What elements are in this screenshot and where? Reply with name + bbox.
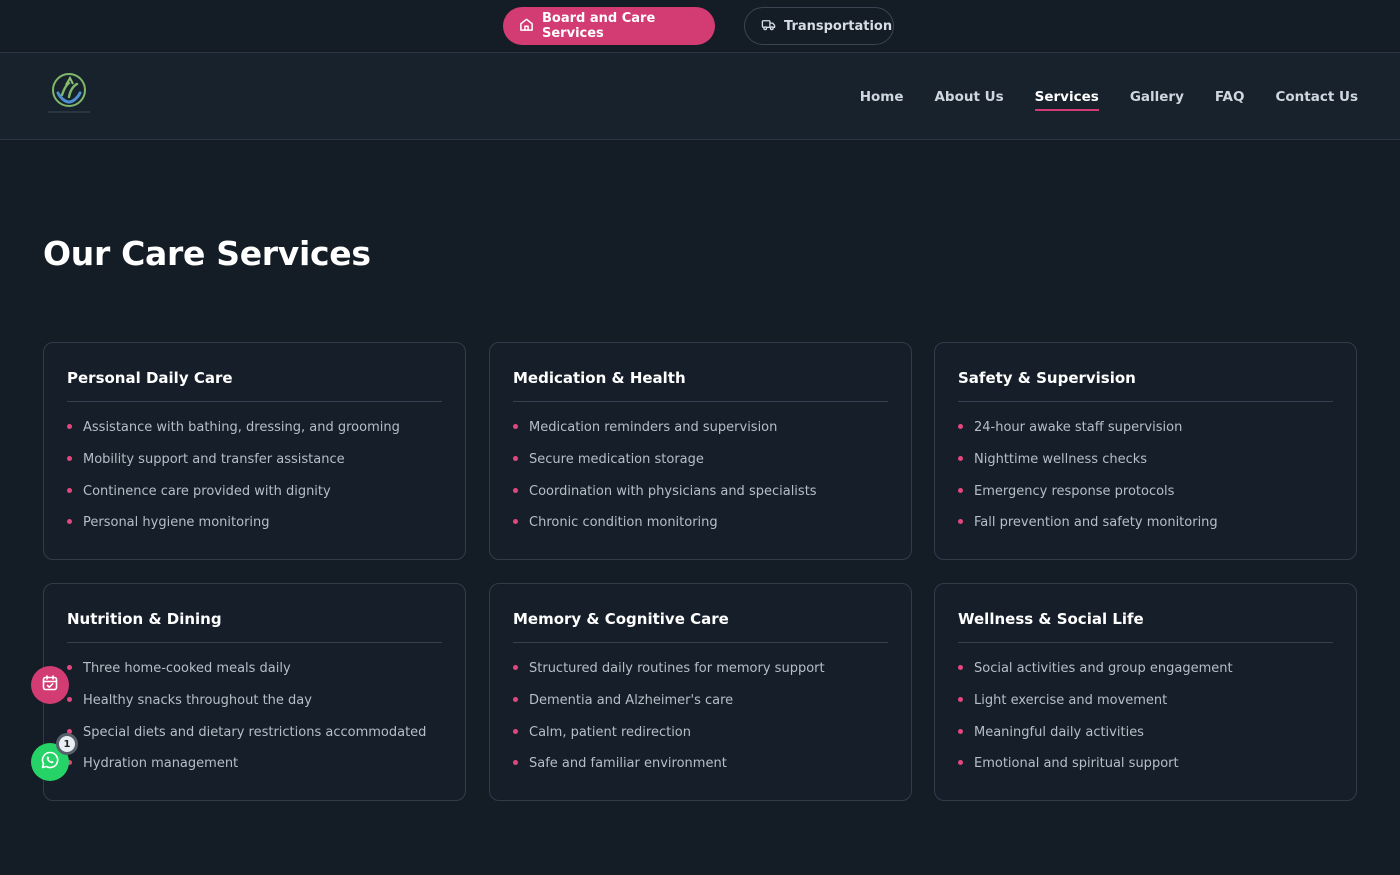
card-title: Personal Daily Care xyxy=(67,343,442,402)
list-item: Light exercise and movement xyxy=(958,692,1333,724)
site-header: Home About Us Services Gallery FAQ Conta… xyxy=(0,53,1400,140)
list-item: 24-hour awake staff supervision xyxy=(958,419,1333,451)
transportation-toggle[interactable]: Transportation xyxy=(744,7,894,45)
page-title: Our Care Services xyxy=(43,234,371,273)
service-card-wellness-social-life: Wellness & Social Life Social activities… xyxy=(934,583,1357,801)
list-item: Emergency response protocols xyxy=(958,483,1333,515)
transportation-label: Transportation xyxy=(784,18,893,34)
card-list: Structured daily routines for memory sup… xyxy=(513,643,888,787)
card-list: Three home-cooked meals daily Healthy sn… xyxy=(67,643,442,787)
list-item: Secure medication storage xyxy=(513,451,888,483)
nav-faq[interactable]: FAQ xyxy=(1215,89,1245,105)
board-and-care-label: Board and Care Services xyxy=(542,11,656,41)
service-card-memory-cognitive-care: Memory & Cognitive Care Structured daily… xyxy=(489,583,912,801)
nav-about-us[interactable]: About Us xyxy=(934,89,1003,105)
calendar-check-icon xyxy=(41,674,59,696)
site-logo[interactable] xyxy=(44,69,94,119)
nav-gallery[interactable]: Gallery xyxy=(1130,89,1184,105)
list-item: Dementia and Alzheimer's care xyxy=(513,692,888,724)
list-item: Mobility support and transfer assistance xyxy=(67,451,442,483)
nav-home[interactable]: Home xyxy=(860,89,904,105)
list-item: Safe and familiar environment xyxy=(513,755,888,787)
service-card-medication-health: Medication & Health Medication reminders… xyxy=(489,342,912,560)
service-card-personal-daily-care: Personal Daily Care Assistance with bath… xyxy=(43,342,466,560)
main-nav: Home About Us Services Gallery FAQ Conta… xyxy=(860,53,1358,140)
card-title: Wellness & Social Life xyxy=(958,584,1333,643)
nav-services[interactable]: Services xyxy=(1034,89,1099,111)
list-item: Personal hygiene monitoring xyxy=(67,514,442,546)
schedule-visit-button[interactable] xyxy=(31,666,69,704)
card-list: Medication reminders and supervision Sec… xyxy=(513,402,888,546)
list-item: Special diets and dietary restrictions a… xyxy=(67,724,442,756)
list-item: Structured daily routines for memory sup… xyxy=(513,660,888,692)
list-item: Three home-cooked meals daily xyxy=(67,660,442,692)
list-item: Emotional and spiritual support xyxy=(958,755,1333,787)
card-title: Nutrition & Dining xyxy=(67,584,442,643)
list-item: Chronic condition monitoring xyxy=(513,514,888,546)
card-title: Memory & Cognitive Care xyxy=(513,584,888,643)
card-list: Social activities and group engagement L… xyxy=(958,643,1333,787)
list-item: Medication reminders and supervision xyxy=(513,419,888,451)
list-item: Social activities and group engagement xyxy=(958,660,1333,692)
service-card-nutrition-dining: Nutrition & Dining Three home-cooked mea… xyxy=(43,583,466,801)
card-title: Medication & Health xyxy=(513,343,888,402)
service-card-safety-supervision: Safety & Supervision 24-hour awake staff… xyxy=(934,342,1357,560)
card-title: Safety & Supervision xyxy=(958,343,1333,402)
list-item: Meaningful daily activities xyxy=(958,724,1333,756)
board-and-care-toggle[interactable]: Board and Care Services xyxy=(503,7,715,45)
service-switcher-bar: Board and Care Services Transportation xyxy=(0,0,1400,53)
home-icon xyxy=(519,17,534,36)
notification-badge: 1 xyxy=(56,733,78,755)
list-item: Hydration management xyxy=(67,755,442,787)
list-item: Continence care provided with dignity xyxy=(67,483,442,515)
list-item: Coordination with physicians and special… xyxy=(513,483,888,515)
list-item: Healthy snacks throughout the day xyxy=(67,692,442,724)
whatsapp-icon xyxy=(40,750,60,774)
list-item: Assistance with bathing, dressing, and g… xyxy=(67,419,442,451)
card-list: Assistance with bathing, dressing, and g… xyxy=(67,402,442,546)
list-item: Nighttime wellness checks xyxy=(958,451,1333,483)
nav-contact-us[interactable]: Contact Us xyxy=(1275,89,1358,105)
list-item: Calm, patient redirection xyxy=(513,724,888,756)
card-list: 24-hour awake staff supervision Nighttim… xyxy=(958,402,1333,546)
list-item: Fall prevention and safety monitoring xyxy=(958,514,1333,546)
truck-icon xyxy=(761,17,776,36)
